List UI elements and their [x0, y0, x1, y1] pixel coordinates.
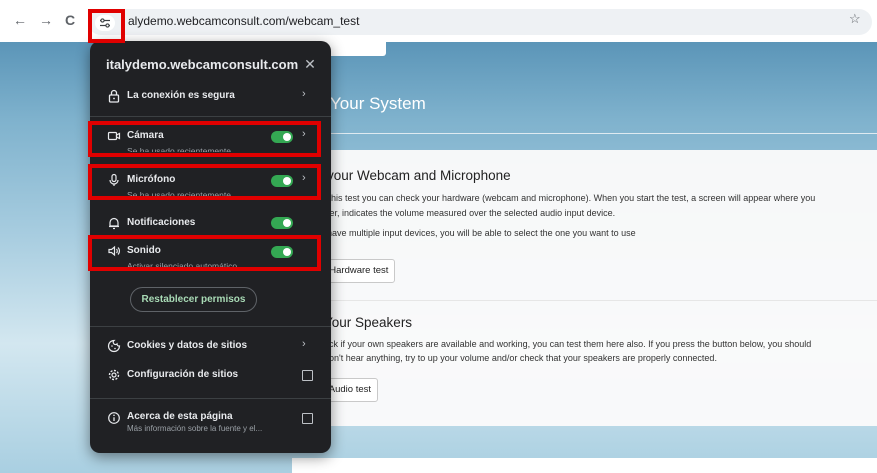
- page-title: Your System: [330, 94, 426, 113]
- url-text[interactable]: alydemo.webcamconsult.com/webcam_test: [128, 14, 359, 28]
- star-icon[interactable]: ☆: [849, 11, 861, 27]
- popup-divider: [90, 398, 331, 399]
- highlight-box-site-info: [88, 9, 125, 43]
- cookies-row[interactable]: Cookies y datos de sitios ›: [90, 336, 331, 356]
- content-card: your Webcam and Microphone his test you …: [317, 150, 877, 426]
- site-settings-label: Configuración de sitios: [127, 369, 239, 380]
- chevron-right-icon: ›: [302, 338, 306, 350]
- external-link-icon: [302, 413, 313, 424]
- connection-row[interactable]: La conexión es segura ›: [90, 81, 331, 111]
- reload-icon[interactable]: C: [60, 10, 80, 30]
- webcam-text-line: his test you can check your hardware (we…: [331, 193, 816, 203]
- chevron-right-icon: ›: [302, 88, 306, 100]
- back-icon[interactable]: ←: [10, 10, 30, 30]
- highlight-box-camera: [88, 121, 321, 157]
- reset-permissions-button[interactable]: Restablecer permisos: [130, 287, 257, 312]
- external-link-icon: [302, 370, 313, 381]
- highlight-box-microphone: [88, 164, 321, 200]
- about-subtitle: Más información sobre la fuente y el...: [127, 424, 263, 433]
- speakers-text-line: eck if your own speakers are available a…: [324, 339, 812, 349]
- footer-card: [292, 458, 877, 473]
- site-settings-row[interactable]: Configuración de sitios: [90, 365, 331, 385]
- popup-title: italydemo.webcamconsult.com: [106, 57, 299, 72]
- info-icon: [108, 412, 120, 424]
- about-label: Acerca de esta página: [127, 411, 233, 422]
- permission-row-notifications[interactable]: Notificaciones: [90, 213, 331, 233]
- webcam-section-title: your Webcam and Microphone: [327, 168, 511, 183]
- highlight-box-sound: [88, 235, 321, 271]
- webcam-text-line: have multiple input devices, you will be…: [327, 228, 636, 238]
- speakers-section-title: Your Speakers: [324, 315, 413, 330]
- about-page-row[interactable]: Acerca de esta página Más información so…: [90, 408, 331, 438]
- heading-divider: [320, 133, 877, 134]
- browser-toolbar: ← → C alydemo.webcamconsult.com/webcam_t…: [0, 0, 877, 42]
- lock-icon: [108, 89, 120, 103]
- gear-icon: [108, 369, 120, 381]
- forward-icon[interactable]: →: [36, 10, 56, 30]
- popup-divider: [90, 116, 331, 117]
- notifications-label: Notificaciones: [127, 217, 196, 228]
- connection-label: La conexión es segura: [127, 90, 235, 101]
- popup-divider: [90, 326, 331, 327]
- cookies-label: Cookies y datos de sitios: [127, 340, 248, 351]
- cookie-icon: [107, 339, 121, 353]
- section-divider: [318, 300, 877, 301]
- speakers-text-line: don't hear anything, try to up your volu…: [324, 353, 717, 363]
- close-icon[interactable]: ✕: [301, 55, 319, 73]
- bell-icon: [109, 217, 119, 230]
- notifications-toggle[interactable]: [271, 217, 293, 229]
- webcam-text-line: ter, indicates the volume measured over …: [327, 208, 616, 218]
